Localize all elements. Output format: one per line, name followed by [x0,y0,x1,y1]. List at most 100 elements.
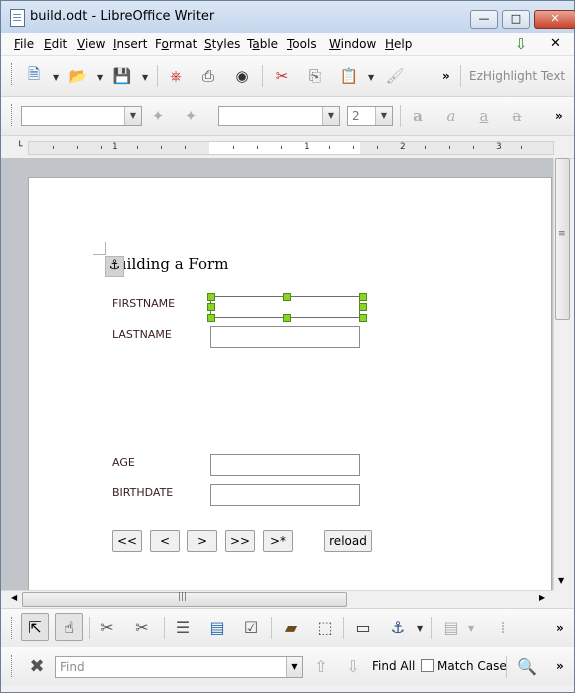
find-replace-icon[interactable]: 🔍 [513,652,541,680]
print-preview-icon[interactable]: ◉ [231,65,253,87]
ezhighlight-text-button[interactable]: EzHighlight Text [469,69,565,83]
position-size-icon[interactable]: ▭ [349,613,377,641]
menu-file[interactable]: File [14,37,34,51]
close-document-button[interactable]: ✕ [550,36,561,51]
underline-icon[interactable]: a [473,105,495,127]
menu-view[interactable]: View [77,37,105,51]
chevron-down-icon[interactable]: ▼ [322,107,339,125]
document-heading[interactable]: Building a Form [106,255,228,273]
selection-handle[interactable] [359,314,367,322]
horizontal-scrollbar[interactable]: ◀ ||| ▶ [1,590,553,608]
cut-icon[interactable]: ✂ [271,65,293,87]
selection-handle[interactable] [359,293,367,301]
paragraph-style-combo[interactable]: ▼ [21,106,142,126]
new-record-button[interactable]: >* [263,530,293,552]
toolbar-overflow-button[interactable]: » [556,621,564,635]
find-previous-icon[interactable]: ⇧ [307,652,335,680]
match-case-checkbox[interactable] [421,659,434,672]
toolbar-overflow-button[interactable]: » [556,659,564,673]
toolbar-handle[interactable] [11,104,15,126]
add-field-icon[interactable]: ☑ [237,613,265,641]
menu-help[interactable]: Help [385,37,412,51]
anchor-icon[interactable]: ⚓ [384,613,412,641]
first-record-button[interactable]: << [112,530,142,552]
save-icon[interactable]: 💾 [111,65,133,87]
form-navigator-icon[interactable]: ☰ [169,613,197,641]
age-field[interactable] [210,454,360,476]
align-dropdown-icon[interactable]: ▼ [468,624,474,633]
find-all-button[interactable]: Find All [372,659,415,673]
toolbar-handle[interactable] [11,655,15,677]
previous-record-button[interactable]: < [150,530,180,552]
selection-handle[interactable] [359,303,367,311]
horizontal-scroll-thumb[interactable]: ||| [22,592,347,607]
update-download-icon[interactable]: ⇩ [510,33,532,55]
chevron-down-icon[interactable]: ▼ [286,657,302,677]
save-dropdown-icon[interactable]: ▼ [142,73,148,82]
minimize-button[interactable]: — [470,10,498,29]
menu-format[interactable]: Format [155,37,197,51]
selection-handle[interactable] [207,303,215,311]
tab-order-icon[interactable]: ▤ [203,613,231,641]
copy-icon[interactable]: ⎘ [304,65,326,87]
menu-tools[interactable]: Tools [287,37,317,51]
print-icon[interactable]: ⎙ [197,65,219,87]
close-find-bar-icon[interactable]: ✖ [23,652,51,680]
toolbar-overflow-button[interactable]: » [555,109,563,123]
tab-stop-icon[interactable]: └ [17,142,22,152]
anchor-dropdown-icon[interactable]: ▼ [417,624,423,633]
new-dropdown-icon[interactable]: ▼ [53,73,59,82]
font-size-combo[interactable]: 2 ▼ [347,106,393,126]
selection-handle[interactable] [283,314,291,322]
bold-icon[interactable]: a [407,105,429,127]
selection-handle[interactable] [207,314,215,322]
chevron-down-icon[interactable]: ▼ [375,107,392,125]
menu-table[interactable]: Table [247,37,278,51]
toolbar-handle[interactable] [11,63,15,85]
document-canvas[interactable]: Building a Form ⚓ FIRSTNAME LASTNAME AGE… [1,158,553,590]
italic-icon[interactable]: a [440,105,462,127]
menu-insert[interactable]: Insert [113,37,147,51]
new-document-icon[interactable]: 🗎 [23,65,45,87]
open-dropdown-icon[interactable]: ▼ [97,73,103,82]
paste-dropdown-icon[interactable]: ▼ [368,73,374,82]
control-properties-icon[interactable]: ✂ [93,613,121,641]
select-pointer-icon[interactable]: ⇱ [21,613,49,641]
toolbar-overflow-button[interactable]: » [442,69,450,83]
selection-handle[interactable] [283,293,291,301]
open-in-design-mode-icon[interactable]: ▰ [277,613,305,641]
find-input[interactable]: Find ▼ [55,656,303,678]
lastname-field[interactable] [210,326,360,348]
document-page[interactable]: Building a Form ⚓ FIRSTNAME LASTNAME AGE… [28,177,552,590]
last-record-button[interactable]: >> [225,530,255,552]
menu-window[interactable]: Window [329,37,376,51]
snap-to-grid-icon[interactable]: ⁞ [489,613,517,641]
form-properties-icon[interactable]: ✂ [128,613,156,641]
scroll-left-arrow-icon[interactable]: ◀ [11,593,17,602]
font-name-combo[interactable]: ▼ [218,106,340,126]
maximize-button[interactable]: □ [502,10,530,29]
match-case-label[interactable]: Match Case [437,659,507,673]
anchor-icon[interactable]: ⚓ [105,256,124,277]
vertical-scroll-thumb[interactable]: ≡ [555,158,570,320]
birthdate-field[interactable] [210,484,360,506]
find-next-icon[interactable]: ⇩ [339,652,367,680]
strikethrough-icon[interactable]: a [506,105,528,127]
horizontal-ruler[interactable]: └ 1 1 2 3 [1,136,574,159]
auto-control-focus-icon[interactable]: ⬚ [311,613,339,641]
chevron-down-icon[interactable]: ▼ [124,107,141,125]
clone-formatting-icon[interactable]: 🖌 [384,65,406,87]
scroll-down-arrow-icon[interactable]: ▼ [558,576,564,585]
paste-icon[interactable]: 📋 [338,65,360,87]
design-mode-icon[interactable]: ☝ [55,613,83,641]
export-pdf-icon[interactable]: ⎈ [165,65,187,87]
selection-handle[interactable] [207,293,215,301]
open-folder-icon[interactable]: 📂 [67,65,89,87]
next-record-button[interactable]: > [187,530,217,552]
scroll-right-arrow-icon[interactable]: ▶ [539,593,545,602]
menu-edit[interactable]: Edit [44,37,67,51]
reload-button[interactable]: reload [324,530,372,552]
align-icon[interactable]: ▤ [437,613,465,641]
menu-styles[interactable]: Styles [204,37,240,51]
toolbar-handle[interactable] [11,617,15,639]
